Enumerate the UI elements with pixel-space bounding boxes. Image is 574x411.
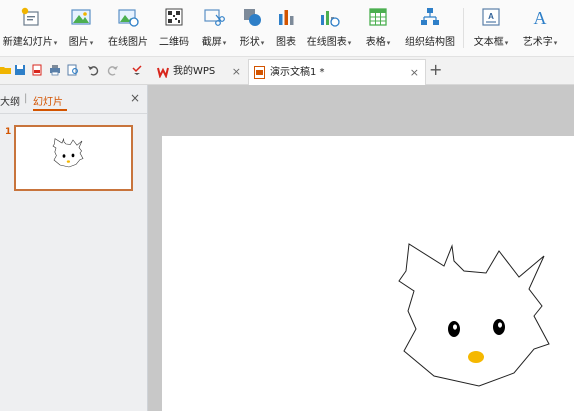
chart-button[interactable]: 图表 [270, 0, 302, 56]
panel-tab-divider: | [24, 93, 28, 104]
redo-icon[interactable] [107, 64, 119, 76]
org-chart-label: 组织结构图 [405, 37, 455, 48]
screenshot-button[interactable]: 截屏▾ [194, 0, 234, 56]
ribbon-divider [463, 8, 464, 48]
chevron-down-icon: ▾ [553, 39, 558, 47]
picture-button[interactable]: 图片▾ [60, 0, 102, 56]
insert-ribbon: 新建幻灯片▾ 图片▾ 在线图片 二维码 截屏▾ 形状▾ 图表 在线图表▾ 表格▾… [0, 0, 574, 57]
chart-label: 图表 [276, 37, 296, 48]
active-tab-underline [33, 109, 67, 111]
shapes-button[interactable]: 形状▾ [234, 0, 270, 56]
online-chart-button[interactable]: 在线图表▾ [302, 0, 356, 56]
slide-editing-area [148, 85, 574, 411]
online-picture-label: 在线图片 [108, 37, 148, 48]
chevron-down-icon: ▾ [53, 39, 58, 47]
slide-number: 1 [5, 127, 12, 137]
tab-my-wps-label: 我的WPS [173, 66, 216, 77]
textbox-label: 文本框 [473, 37, 504, 48]
wordart-icon: A [534, 8, 547, 28]
presentation-file-icon [254, 66, 265, 79]
save-icon[interactable] [14, 64, 26, 76]
org-chart-button[interactable]: 组织结构图 [400, 0, 460, 56]
tab-slides[interactable]: 幻灯片 [33, 93, 63, 108]
new-tab-button[interactable]: + [429, 60, 442, 80]
chevron-down-icon: ▾ [386, 39, 391, 47]
cat-face-image[interactable] [394, 240, 554, 392]
new-slide-label: 新建幻灯片 [2, 37, 53, 48]
shapes-icon [244, 9, 261, 26]
close-icon[interactable]: × [410, 60, 419, 85]
chevron-down-icon: ▾ [222, 39, 227, 47]
picture-icon [71, 9, 91, 25]
picture-label: 图片 [68, 37, 89, 48]
export-pdf-icon[interactable] [31, 64, 43, 76]
slide-canvas[interactable] [162, 136, 574, 411]
print-icon[interactable] [49, 64, 61, 76]
open-folder-icon[interactable] [0, 64, 12, 76]
shapes-label: 形状 [239, 37, 260, 48]
wordart-label: 艺术字 [522, 37, 553, 48]
screenshot-icon [204, 9, 225, 26]
chevron-down-icon: ▾ [504, 39, 509, 47]
new-slide-icon [21, 7, 39, 26]
textbox-icon: A [482, 8, 500, 26]
screenshot-label: 截屏 [201, 37, 222, 48]
close-icon[interactable]: × [232, 59, 241, 84]
print-preview-icon[interactable] [67, 64, 79, 76]
close-icon[interactable]: × [130, 91, 140, 105]
table-label: 表格 [365, 37, 386, 48]
online-picture-icon [118, 9, 139, 27]
wps-logo-icon [157, 67, 169, 78]
tab-presentation-1[interactable]: 演示文稿1 * × [248, 59, 426, 85]
qrcode-label: 二维码 [159, 37, 189, 48]
svg-text:A: A [534, 8, 547, 28]
table-button[interactable]: 表格▾ [358, 0, 398, 56]
customize-toolbar-icon[interactable] [131, 64, 143, 76]
tab-outline[interactable]: 大纲 [0, 93, 20, 108]
svg-text:A: A [488, 12, 494, 21]
undo-icon[interactable] [87, 64, 99, 76]
table-icon [369, 8, 387, 26]
chevron-down-icon: ▾ [347, 39, 352, 47]
chart-icon [279, 10, 294, 25]
panel-tabs: 大纲 | 幻灯片 × [0, 85, 147, 114]
textbox-button[interactable]: A 文本框▾ [466, 0, 516, 56]
slide-thumbnail[interactable] [14, 125, 133, 191]
tab-my-wps[interactable]: 我的WPS × [153, 59, 247, 84]
qrcode-button[interactable]: 二维码 [154, 0, 194, 56]
chevron-down-icon: ▾ [260, 39, 265, 47]
tab-presentation-label: 演示文稿1 * [270, 67, 325, 78]
new-slide-button[interactable]: 新建幻灯片▾ [0, 0, 60, 56]
chevron-down-icon: ▾ [89, 39, 94, 47]
online-chart-label: 在线图表 [306, 37, 347, 48]
qrcode-icon [165, 8, 183, 26]
online-chart-icon [321, 11, 340, 27]
org-chart-icon [421, 8, 439, 25]
cat-face-thumbnail-image [52, 138, 84, 168]
tab-bar: 我的WPS × 演示文稿1 * × + [0, 57, 574, 85]
wordart-button[interactable]: A 艺术字▾ [516, 0, 564, 56]
online-picture-button[interactable]: 在线图片 [102, 0, 154, 56]
slides-panel: 大纲 | 幻灯片 × 1 [0, 85, 148, 411]
